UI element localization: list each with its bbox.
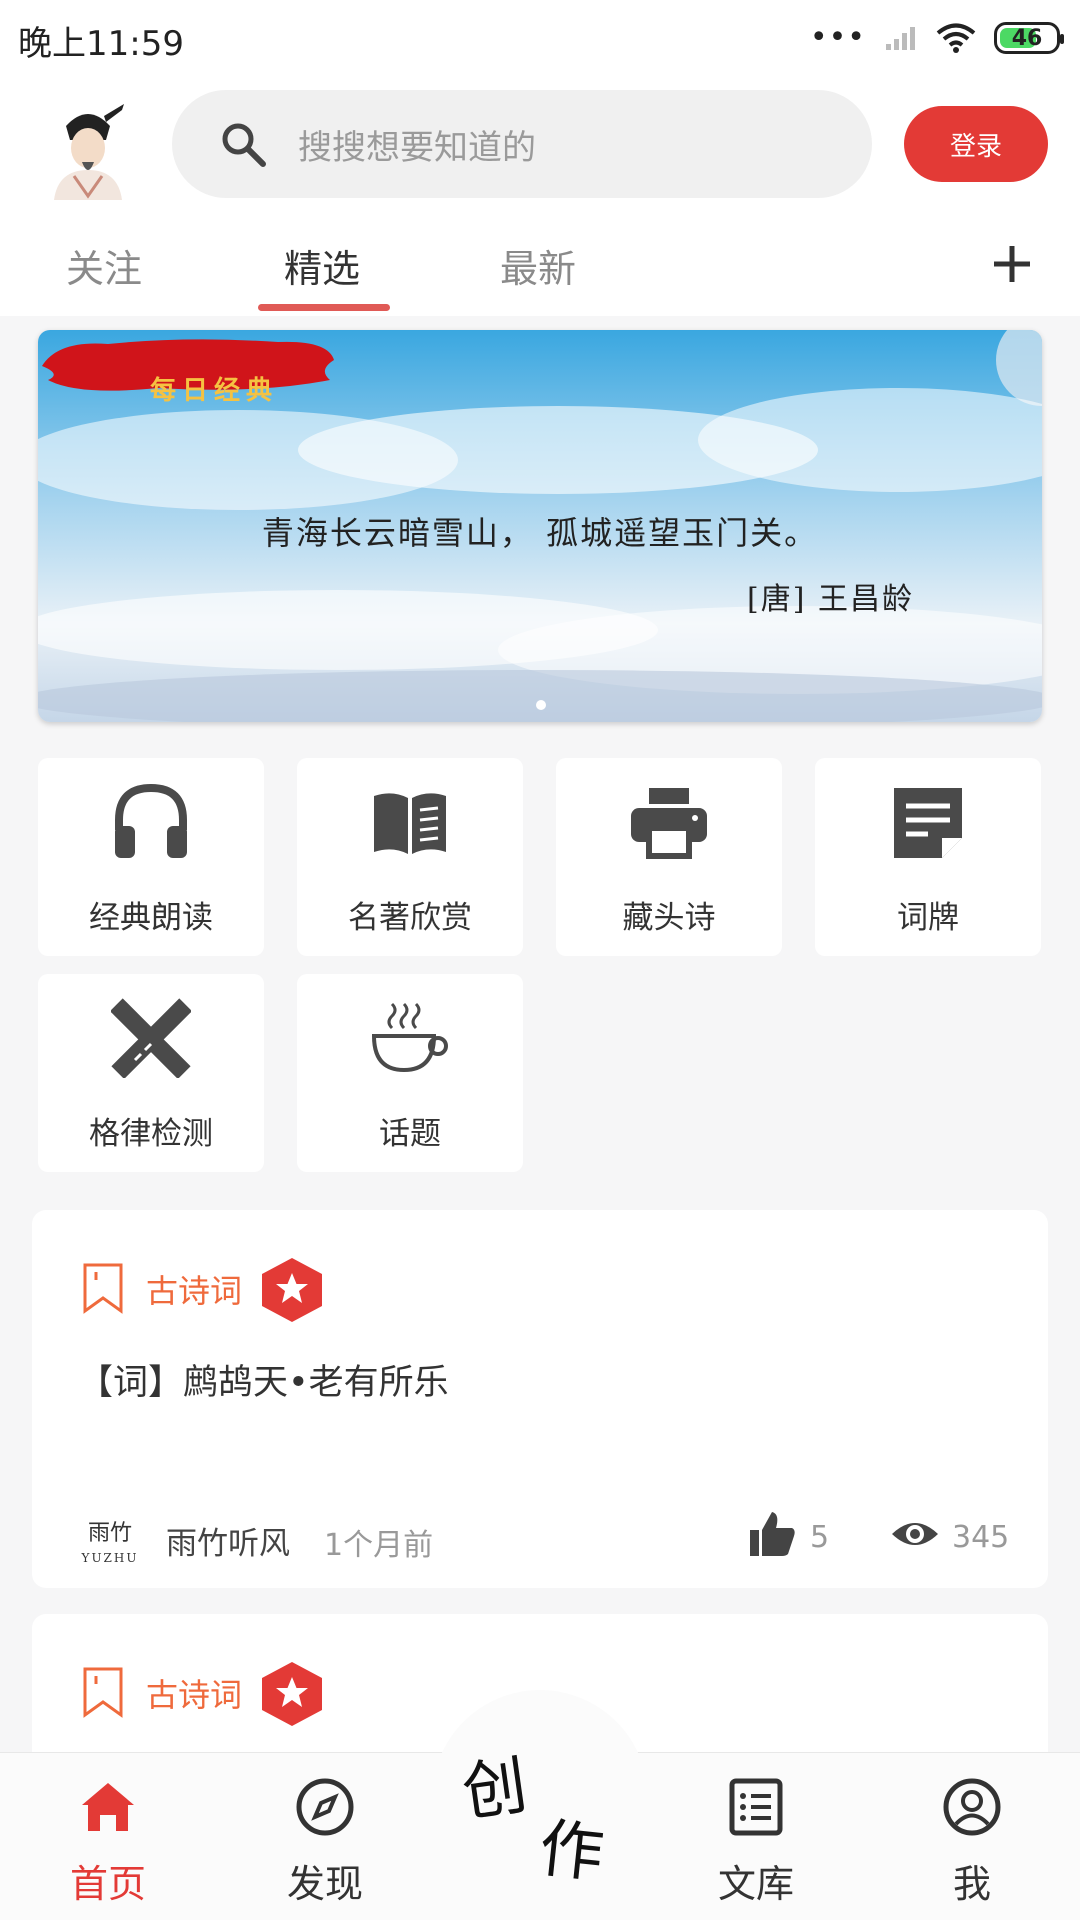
coffee-cup-icon xyxy=(371,1002,448,1073)
user-icon xyxy=(943,1778,1001,1836)
nav-label: 首页 xyxy=(69,1862,146,1906)
nav-label: 我 xyxy=(952,1862,991,1906)
feature-topics[interactable]: 话题 xyxy=(297,974,523,1172)
login-button[interactable]: 登录 xyxy=(904,106,1048,182)
search-bar[interactable]: 搜搜想要知道的 xyxy=(172,90,872,198)
status-time: 晚上11:59 xyxy=(18,24,184,64)
nav-discover[interactable]: 发现 xyxy=(245,1753,405,1920)
feature-label: 词牌 xyxy=(897,900,959,936)
create-button-char[interactable]: 创 xyxy=(456,1734,532,1834)
status-bar: 晚上11:59 ••• 46 xyxy=(0,0,1080,76)
featured-star-icon xyxy=(262,1258,322,1322)
search-placeholder: 搜搜想要知道的 xyxy=(298,127,536,168)
feature-label: 藏头诗 xyxy=(622,900,716,936)
printer-icon xyxy=(631,788,707,859)
nav-label: 发现 xyxy=(286,1862,363,1906)
tab-featured[interactable]: 精选 xyxy=(284,238,360,293)
create-button-char[interactable]: 作 xyxy=(535,1797,608,1895)
tab-active-indicator xyxy=(258,304,390,311)
status-icons: ••• 46 xyxy=(809,18,1064,58)
banner-badge-text: 每日经典 xyxy=(150,376,279,406)
feature-meter-check[interactable]: 格律检测 xyxy=(38,974,264,1172)
post-time: 1个月前 xyxy=(324,1528,434,1563)
carousel-indicator xyxy=(536,700,546,710)
daily-classic-banner[interactable]: 每日经典 青海长云暗雪山， 孤城遥望玉门关。 [唐] 王昌龄 xyxy=(38,330,1042,722)
author-logo-subtext: YUZHU xyxy=(81,1551,139,1565)
search-icon xyxy=(222,123,266,167)
post-card[interactable]: 古诗词 【词】鹧鸪天•老有所乐 雨竹 YUZHU 雨竹听风 1个月前 5 345 xyxy=(32,1210,1048,1588)
list-icon xyxy=(729,1778,783,1836)
post-title[interactable]: 【词】鹧鸪天•老有所乐 xyxy=(78,1354,449,1405)
feature-label: 名著欣赏 xyxy=(348,900,472,936)
bookmark-icon xyxy=(83,1667,123,1718)
feature-classic-reading[interactable]: 经典朗读 xyxy=(38,758,264,956)
plus-icon[interactable] xyxy=(988,240,1036,288)
feature-acrostic[interactable]: 藏头诗 xyxy=(556,758,782,956)
author-name[interactable]: 雨竹听风 xyxy=(166,1518,290,1563)
note-icon xyxy=(894,788,962,858)
view-count: 345 xyxy=(952,1520,1010,1555)
signal-dots: ••• xyxy=(809,20,866,55)
signal-icon xyxy=(886,27,915,50)
nav-library[interactable]: 文库 xyxy=(676,1753,836,1920)
post-category[interactable]: 古诗词 xyxy=(146,1266,242,1312)
battery-icon: 46 xyxy=(994,22,1064,54)
feature-label: 格律检测 xyxy=(89,1116,213,1152)
ruler-pencil-icon xyxy=(111,998,191,1078)
avatar[interactable] xyxy=(44,96,132,200)
headphones-icon xyxy=(115,783,187,858)
post-category[interactable]: 古诗词 xyxy=(146,1670,242,1716)
compass-icon xyxy=(296,1778,354,1836)
thumbs-up-icon[interactable] xyxy=(748,1510,796,1558)
feature-masterpieces[interactable]: 名著欣赏 xyxy=(297,758,523,956)
banner-poem-author: [唐] 王昌龄 xyxy=(747,582,914,617)
tab-bar: 关注 精选 最新 xyxy=(0,226,1080,316)
wifi-icon xyxy=(936,23,976,53)
nav-me[interactable]: 我 xyxy=(892,1753,1052,1920)
header: 搜搜想要知道的 登录 关注 精选 最新 xyxy=(0,76,1080,316)
featured-star-icon xyxy=(262,1662,322,1726)
tab-latest[interactable]: 最新 xyxy=(500,238,576,293)
book-icon xyxy=(374,793,446,854)
feature-label: 话题 xyxy=(379,1116,441,1152)
author-logo: 雨竹 YUZHU xyxy=(81,1521,139,1565)
nav-label: 文库 xyxy=(717,1862,794,1906)
eye-icon xyxy=(892,1523,938,1545)
feature-label: 经典朗读 xyxy=(89,900,213,936)
bookmark-icon xyxy=(83,1263,123,1314)
tab-follow[interactable]: 关注 xyxy=(66,238,142,293)
author-logo-text: 雨竹 xyxy=(88,1521,132,1546)
home-icon xyxy=(82,1783,134,1831)
nav-home[interactable]: 首页 xyxy=(28,1753,188,1920)
like-count: 5 xyxy=(810,1520,830,1555)
feature-cipai[interactable]: 词牌 xyxy=(815,758,1041,956)
banner-poem-line: 青海长云暗雪山， 孤城遥望玉门关。 xyxy=(261,514,819,552)
